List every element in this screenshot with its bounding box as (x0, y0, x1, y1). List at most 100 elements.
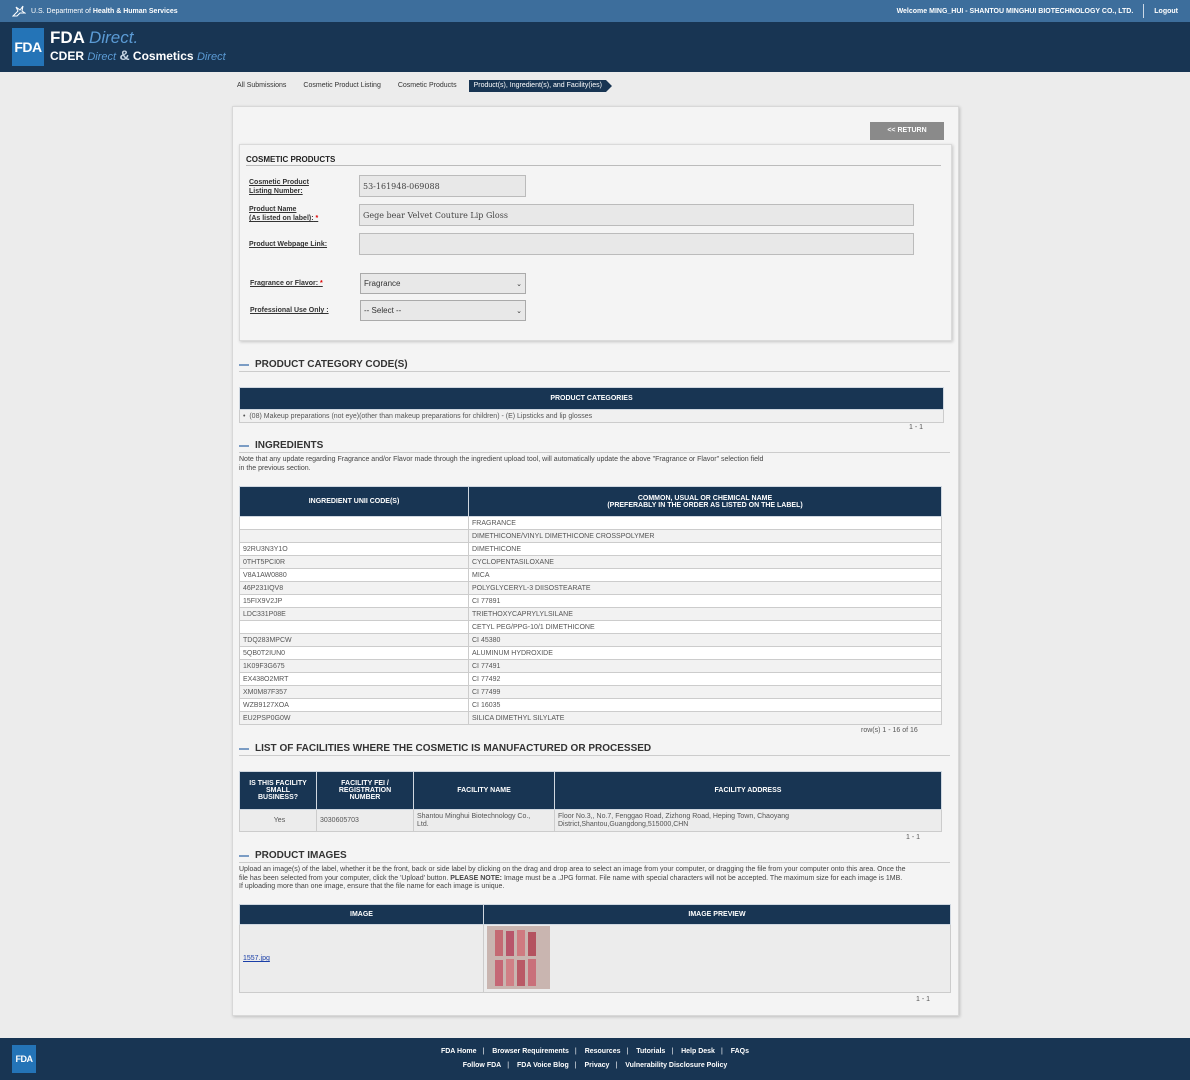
separator: | (626, 1048, 629, 1055)
table-row: LDC331P08E TRIETHOXYCAPRYLYLSILANE (239, 607, 942, 621)
breadcrumb-cosmetic-product-listing[interactable]: Cosmetic Product Listing (298, 80, 393, 92)
col-facility-address: FACILITY ADDRESS (554, 771, 942, 810)
brand-cosmetics: Cosmetics (132, 49, 194, 63)
ingredient-name: POLYGLYCERYL-3 DIISOSTEARATE (468, 581, 942, 595)
table-row: 46P231IQV8 POLYGLYCERYL-3 DIISOSTEARATE (239, 581, 942, 595)
ingredient-name: CYCLOPENTASILOXANE (468, 555, 942, 569)
facility-name: Shantou Minghui Biotechnology Co., Ltd. (413, 809, 555, 832)
image-file-cell: 1557.jpg (239, 924, 484, 993)
cosmetic-products-title: COSMETIC PRODUCTS (246, 155, 336, 164)
footer-link-tutorials[interactable]: Tutorials (636, 1048, 665, 1055)
divider (239, 371, 950, 372)
cosmetic-products-box: COSMETIC PRODUCTS Cosmetic Product Listin… (239, 144, 952, 341)
collapse-icon[interactable] (239, 854, 249, 857)
ingredient-name: CI 45380 (468, 633, 942, 647)
facility-address: Floor No.3,, No.7, Fenggao Road, Zizhong… (554, 809, 942, 832)
divider (239, 862, 950, 863)
ingredient-name: DIMETHICONE/VINYL DIMETHICONE CROSSPOLYM… (468, 529, 942, 543)
image-preview-cell (483, 924, 951, 993)
breadcrumb-current: Product(s), Ingredient(s), and Facility(… (469, 80, 612, 92)
product-name-label: Product Name (As listed on label): * (249, 206, 319, 222)
hhs-link[interactable]: U.S. Department of Health & Human Servic… (12, 5, 178, 17)
footer-link-faqs[interactable]: FAQs (731, 1048, 749, 1055)
table-row: 15FIX9V2JP CI 77891 (239, 594, 942, 608)
hhs-bar: U.S. Department of Health & Human Servic… (0, 0, 1190, 22)
footer-link-resources[interactable]: Resources (585, 1048, 621, 1055)
ingredient-unii-code: EX438O2MRT (239, 672, 469, 686)
fragrance-label: Fragrance or Flavor: * (250, 280, 323, 287)
collapse-icon[interactable] (239, 363, 249, 366)
ingredient-name: TRIETHOXYCAPRYLYLSILANE (468, 607, 942, 621)
ingredient-unii-code: EU2PSP0G0W (239, 711, 469, 725)
table-row: FRAGRANCE (239, 516, 942, 530)
footer-link-help-desk[interactable]: Help Desk (681, 1048, 715, 1055)
professional-use-select-value: -- Select -- (364, 306, 402, 315)
categories-table: PRODUCT CATEGORIES • (08) Makeup prepara… (239, 387, 944, 423)
divider (1143, 4, 1145, 18)
logout-link[interactable]: Logout (1154, 8, 1178, 15)
professional-use-label: Professional Use Only : (250, 307, 329, 314)
brand-direct2: Direct (87, 51, 117, 63)
table-row: 1K09F3G675 CI 77491 (239, 659, 942, 673)
table-row: WZB9127XOA CI 16035 (239, 698, 942, 712)
fragrance-select[interactable]: Fragrance ⌄ (360, 273, 526, 294)
categories-section-title: PRODUCT CATEGORY CODE(S) (239, 359, 408, 370)
required-mark: * (320, 280, 323, 287)
col-image: IMAGE (239, 904, 484, 925)
facility-small-business: Yes (239, 809, 317, 832)
breadcrumb-cosmetic-products[interactable]: Cosmetic Products (392, 80, 469, 92)
breadcrumb-all-submissions[interactable]: All Submissions (232, 80, 299, 92)
professional-use-select[interactable]: -- Select -- ⌄ (360, 300, 526, 321)
webpage-link-field[interactable] (359, 233, 914, 255)
webpage-link-label: Product Webpage Link: (249, 241, 328, 248)
separator: | (482, 1048, 485, 1055)
hhs-prefix: U.S. Department of (31, 7, 91, 15)
facilities-pager: 1 - 1 (906, 834, 921, 841)
images-table: IMAGE IMAGE PREVIEW 1557.jpg (239, 904, 951, 993)
footer-link-fda-home[interactable]: FDA Home (441, 1048, 477, 1055)
brand-title[interactable]: FDA Direct. CDER Direct & Cosmetics Dire… (50, 29, 226, 65)
fda-logo[interactable]: FDA (12, 28, 44, 66)
separator: | (574, 1048, 577, 1055)
category-text: (08) Makeup preparations (not eye)(other… (249, 412, 593, 420)
return-button[interactable]: << RETURN (870, 122, 944, 140)
brand-direct3: Direct (196, 51, 226, 63)
footer-link-follow-fda[interactable]: Follow FDA (463, 1062, 502, 1069)
separator: | (720, 1048, 723, 1055)
footer-link-privacy[interactable]: Privacy (585, 1062, 610, 1069)
separator: | (507, 1062, 510, 1069)
table-row: XM0M87F357 CI 77499 (239, 685, 942, 699)
footer-link-browser-requirements[interactable]: Browser Requirements (492, 1048, 569, 1055)
chevron-down-icon: ⌄ (516, 280, 522, 288)
table-row: 0THT5PCI0R CYCLOPENTASILOXANE (239, 555, 942, 569)
footer-link-vulnerability-disclosure[interactable]: Vulnerability Disclosure Policy (625, 1062, 727, 1069)
footer-links-row1: FDA Home | Browser Requirements | Resource… (0, 1048, 1190, 1055)
image-file-link[interactable]: 1557.jpg (243, 955, 270, 962)
facilities-table: IS THIS FACILITY SMALL BUSINESS? FACILITY … (239, 771, 942, 832)
ingredient-name: CI 77491 (468, 659, 942, 673)
brand-fda: FDA (50, 28, 85, 47)
ingredient-name: CI 77499 (468, 685, 942, 699)
ingredient-name: MICA (468, 568, 942, 582)
ingredient-name: CI 16035 (468, 698, 942, 712)
ingredient-name: CI 77891 (468, 594, 942, 608)
table-row: DIMETHICONE/VINYL DIMETHICONE CROSSPOLYM… (239, 529, 942, 543)
ingredient-unii-code: 0THT5PCI0R (239, 555, 469, 569)
collapse-icon[interactable] (239, 747, 249, 750)
categories-pager: 1 - 1 (909, 424, 924, 431)
footer-link-fda-voice-blog[interactable]: FDA Voice Blog (517, 1062, 569, 1069)
product-image-thumbnail[interactable] (487, 926, 550, 989)
category-row: • (08) Makeup preparations (not eye)(oth… (239, 409, 944, 423)
facility-fei: 3030605703 (316, 809, 414, 832)
table-row: 92RU3N3Y1O DIMETHICONE (239, 542, 942, 556)
welcome-text: Welcome MING_HUI - SHANTOU MINGHUI BIOTE… (896, 7, 1134, 15)
collapse-icon[interactable] (239, 444, 249, 447)
ingredient-unii-code (239, 516, 469, 530)
product-name-field[interactable]: Gege bear Velvet Couture Lip Gloss (359, 204, 914, 226)
separator: | (574, 1062, 577, 1069)
listing-number-label: Cosmetic Product Listing Number: (249, 179, 309, 195)
images-note: Upload an image(s) of the label, whether… (239, 866, 906, 890)
ingredient-unii-code: V8A1AW0880 (239, 568, 469, 582)
col-fei-number: FACILITY FEI / REGISTRATION NUMBER (316, 771, 414, 810)
ingredient-unii-code: WZB9127XOA (239, 698, 469, 712)
